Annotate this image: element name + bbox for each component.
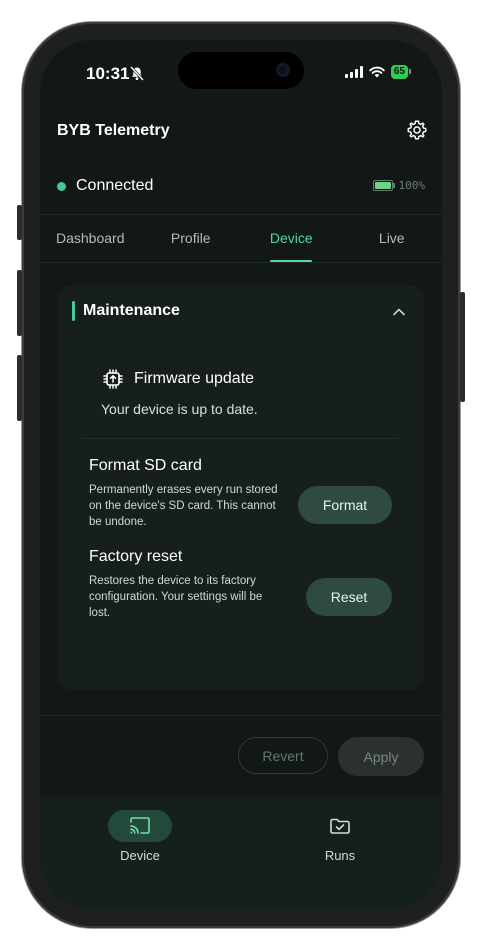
nav-device[interactable]: Device xyxy=(90,810,190,863)
silent-switch xyxy=(17,205,22,240)
maintenance-header[interactable]: Maintenance xyxy=(72,301,180,321)
cellular-signal-icon xyxy=(344,66,363,78)
power-button xyxy=(460,292,465,402)
firmware-update-row: Firmware update xyxy=(102,368,254,390)
apply-button[interactable]: Apply xyxy=(338,737,424,776)
firmware-title: Firmware update xyxy=(134,370,255,387)
cast-icon xyxy=(130,817,150,834)
wifi-icon xyxy=(369,66,385,78)
volume-up-button xyxy=(17,270,22,336)
footer-divider xyxy=(40,715,442,716)
connection-status: Connected xyxy=(57,177,153,195)
reset-button[interactable]: Reset xyxy=(306,578,392,616)
status-indicators: 65 xyxy=(344,65,412,79)
gear-icon[interactable] xyxy=(406,119,428,141)
bottom-nav: Device Runs xyxy=(40,795,442,910)
battery-icon xyxy=(372,180,395,191)
tab-live[interactable]: Live xyxy=(342,218,443,262)
reset-description: Restores the device to its factory confi… xyxy=(89,575,263,619)
device-battery: 100% xyxy=(372,179,426,192)
battery-percent: 100% xyxy=(398,179,426,192)
header-divider xyxy=(40,214,442,215)
nav-runs-pill xyxy=(308,810,372,842)
reset-title: Factory reset xyxy=(89,548,183,565)
bell-muted-icon xyxy=(130,66,144,81)
maintenance-card: Maintenance Firmware update Your device … xyxy=(58,285,424,690)
connected-dot xyxy=(57,181,66,191)
tab-dashboard[interactable]: Dashboard xyxy=(40,218,141,262)
format-description: Permanently erases every run stored on t… xyxy=(89,484,278,528)
status-time: 10:31 xyxy=(86,64,130,83)
nav-runs[interactable]: Runs xyxy=(290,810,390,863)
chevron-up-icon[interactable] xyxy=(392,307,406,316)
revert-button[interactable]: Revert xyxy=(238,737,328,774)
tab-bar: Dashboard Profile Device Live xyxy=(40,218,442,262)
volume-down-button xyxy=(17,355,22,421)
app-screen: 10:31 65 BYB Telemetry Connected 100% Da… xyxy=(40,40,442,910)
section-accent-bar xyxy=(72,301,75,321)
nav-device-pill xyxy=(108,810,172,842)
tab-device[interactable]: Device xyxy=(241,218,342,262)
app-title: BYB Telemetry xyxy=(57,122,170,139)
folder-check-icon xyxy=(330,818,350,834)
section-title: Maintenance xyxy=(83,302,180,319)
format-button[interactable]: Format xyxy=(298,486,392,524)
nav-runs-label: Runs xyxy=(324,848,356,863)
connection-label: Connected xyxy=(76,177,154,194)
nav-device-label: Device xyxy=(120,848,160,863)
chip-icon xyxy=(103,369,123,389)
tabs-divider xyxy=(40,262,442,263)
dynamic-island xyxy=(178,52,304,89)
tab-profile[interactable]: Profile xyxy=(141,218,242,262)
format-title: Format SD card xyxy=(89,457,202,474)
firmware-status: Your device is up to date. xyxy=(101,401,258,417)
battery-indicator: 65 xyxy=(390,65,412,79)
maintenance-divider xyxy=(82,438,398,439)
